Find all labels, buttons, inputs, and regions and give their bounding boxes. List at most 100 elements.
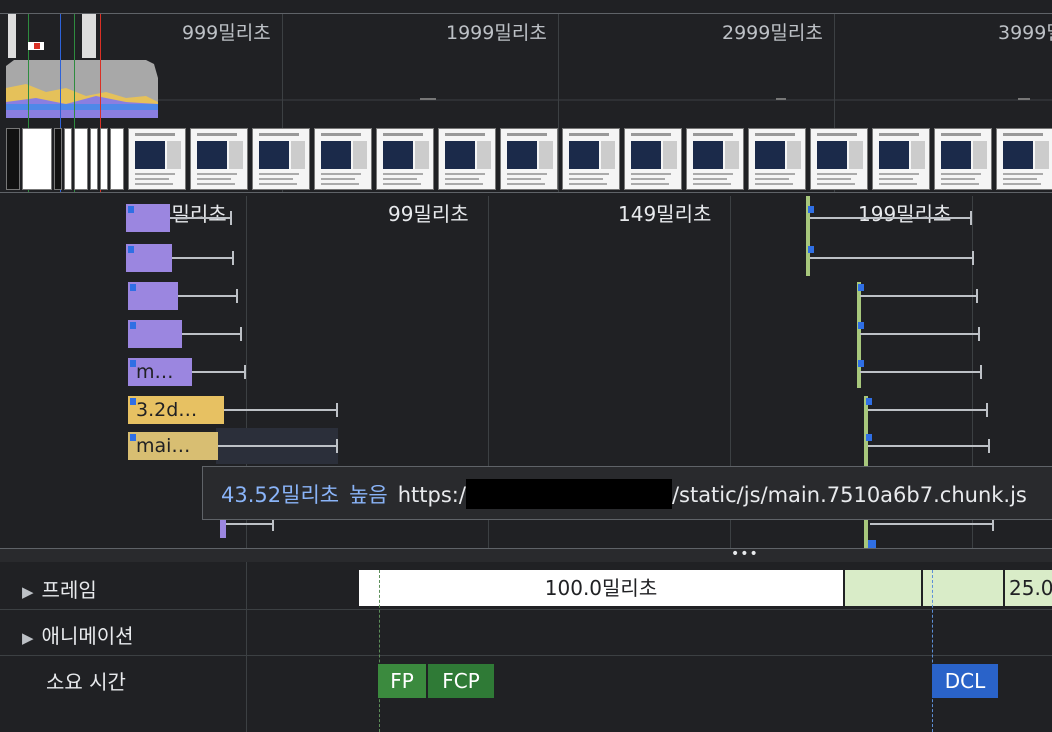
dcl-marker-line [932, 570, 933, 732]
filmstrip-frame[interactable] [376, 128, 434, 190]
filmstrip-frame[interactable] [624, 128, 682, 190]
column-divider[interactable] [246, 562, 247, 732]
screenshot-filmstrip[interactable] [6, 126, 1052, 192]
network-request[interactable] [858, 358, 986, 386]
network-request[interactable] [126, 244, 236, 272]
filmstrip-frame[interactable] [686, 128, 744, 190]
expand-triangle-icon[interactable]: ▶ [22, 629, 34, 647]
track-label: 프레임 [41, 578, 97, 602]
filmstrip-frame[interactable] [996, 128, 1052, 190]
filmstrip-frame[interactable] [100, 128, 108, 190]
filmstrip-frame[interactable] [934, 128, 992, 190]
filmstrip-frame[interactable] [6, 128, 20, 190]
overview-tick: 3999밀리초 [998, 22, 1052, 44]
tooltip-url-suffix: /static/js/main.7510a6b7.chunk.js [671, 483, 1027, 507]
priority-indicator [130, 434, 136, 441]
filmstrip-frame[interactable] [748, 128, 806, 190]
filmstrip-frame[interactable] [252, 128, 310, 190]
filmstrip-frame[interactable] [500, 128, 558, 190]
request-whisker [860, 371, 980, 373]
request-whisker-end [240, 327, 242, 341]
network-request[interactable]: 3.2d… [128, 396, 342, 424]
priority-indicator [866, 398, 872, 405]
priority-indicator [128, 206, 134, 213]
timeline-overview[interactable]: 999밀리초 1999밀리초 2999밀리초 3999밀리초 [0, 0, 1052, 197]
track-animations[interactable]: ▶ 애니메이션 [22, 620, 134, 649]
network-request[interactable] [808, 204, 978, 232]
filmstrip-frame[interactable] [64, 128, 72, 190]
fcp-marker[interactable]: FCP [428, 664, 494, 698]
request-bar: mai… [128, 432, 218, 460]
filmstrip-frame[interactable] [128, 128, 186, 190]
request-whisker-end [336, 403, 338, 417]
network-request[interactable] [128, 320, 244, 348]
filmstrip-frame[interactable] [562, 128, 620, 190]
priority-indicator [858, 322, 864, 329]
track-frames[interactable]: ▶ 프레임 [22, 574, 97, 603]
filmstrip-frame[interactable] [190, 128, 248, 190]
request-whisker-end [978, 327, 980, 341]
filmstrip-frame[interactable] [872, 128, 930, 190]
network-request[interactable] [858, 282, 982, 310]
panel-splitter[interactable] [0, 548, 1052, 563]
request-bar [128, 320, 182, 348]
frame-block[interactable] [845, 570, 921, 606]
fp-marker[interactable]: FP [378, 664, 426, 698]
tooltip-url-prefix: https:/ [397, 483, 466, 507]
request-whisker [172, 257, 232, 259]
request-whisker-end [988, 439, 990, 453]
filmstrip-frame[interactable] [810, 128, 868, 190]
network-request[interactable]: m… [128, 358, 248, 386]
request-whisker-end [230, 211, 232, 225]
request-whisker-end [972, 251, 974, 265]
priority-indicator [858, 360, 864, 367]
dcl-marker[interactable]: DCL [932, 664, 998, 698]
overview-network-track [158, 98, 1052, 101]
request-whisker [192, 371, 244, 373]
selection-handle-right[interactable] [82, 14, 96, 58]
request-whisker [182, 333, 240, 335]
request-whisker-end [232, 251, 234, 265]
expand-triangle-icon[interactable]: ▶ [22, 583, 34, 601]
request-tooltip: 43.52밀리초 높음 https:/ /static/js/main.7510a6b… [202, 466, 1052, 520]
request-whisker [810, 217, 970, 219]
request-bar: m… [128, 358, 192, 386]
priority-indicator [868, 540, 876, 548]
request-whisker [218, 445, 336, 447]
filmstrip-frame[interactable] [74, 128, 88, 190]
waterfall-tick: 99밀리초 [388, 202, 469, 226]
filmstrip-frame[interactable] [22, 128, 52, 190]
frame-block[interactable]: 25.0 [1005, 570, 1052, 606]
filmstrip-frame[interactable] [54, 128, 62, 190]
frame-block[interactable]: 100.0밀리초 [359, 570, 843, 606]
selection-handle-left[interactable] [8, 14, 16, 58]
network-request[interactable] [866, 396, 990, 424]
filmstrip-frame[interactable] [438, 128, 496, 190]
splitter-grip-icon[interactable]: ••• [731, 546, 759, 562]
network-request[interactable] [858, 320, 984, 348]
priority-indicator [130, 322, 136, 329]
filmstrip-frame[interactable] [110, 128, 124, 190]
request-whisker [870, 523, 992, 525]
fp-marker-line [379, 570, 380, 732]
network-request[interactable] [866, 432, 992, 460]
filmstrip-frame[interactable] [90, 128, 98, 190]
selection-marker-dot [34, 43, 40, 49]
timings-panel: ▶ 프레임 ▶ 애니메이션 소요 시간 100.0밀리초 25.0 FP FCP D… [0, 562, 1052, 732]
network-request-selected[interactable]: mai… [128, 428, 342, 464]
network-request[interactable] [126, 204, 236, 232]
network-request[interactable] [808, 244, 978, 272]
priority-indicator [866, 434, 872, 441]
redacted-region [465, 479, 672, 509]
priority-indicator [858, 284, 864, 291]
frame-block[interactable] [923, 570, 1003, 606]
priority-indicator [130, 398, 136, 405]
overview-tick: 2999밀리초 [722, 22, 823, 44]
priority-indicator [808, 206, 814, 213]
filmstrip-frame[interactable] [314, 128, 372, 190]
network-request[interactable] [128, 282, 240, 310]
tooltip-text: 43.52밀리초 높음 https:/ /static/js/main.7510a6b… [221, 479, 1027, 509]
request-whisker-end [244, 365, 246, 379]
tooltip-priority: 높음 [349, 483, 388, 507]
track-label: 소요 시간 [46, 670, 126, 694]
